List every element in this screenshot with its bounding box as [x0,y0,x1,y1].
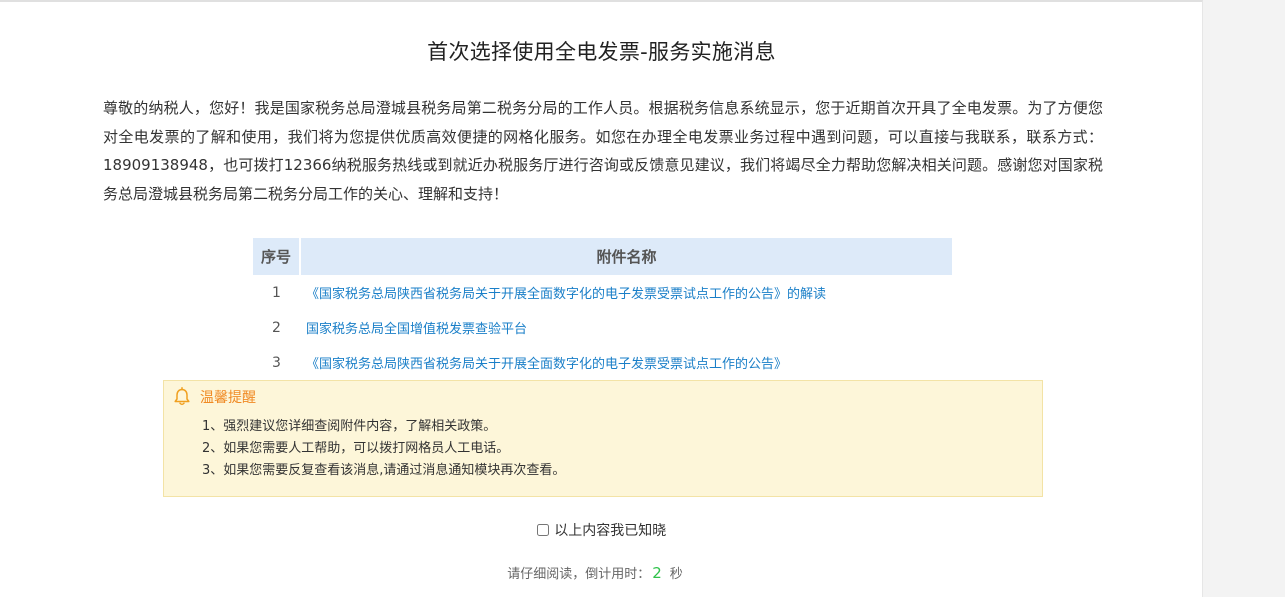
confirm-label-wrapper[interactable]: 以上内容我已知晓 [536,523,667,539]
attachment-cell: 《国家税务总局陕西省税务局关于开展全面数字化的电子发票受票试点工作的公告》的解读 [300,275,952,310]
notice-panel: 首次选择使用全电发票-服务实施消息 尊敬的纳税人，您好！我是国家税务总局澄城县税… [0,0,1203,597]
right-gutter [1203,0,1285,597]
table-header-row: 序号 附件名称 [253,238,952,275]
confirm-label: 以上内容我已知晓 [554,523,667,539]
table-row: 2 国家税务总局全国增值税发票查验平台 [253,310,952,345]
row-number: 1 [272,284,281,301]
row-number: 2 [272,319,281,336]
confirm-row: 以上内容我已知晓 [0,520,1203,540]
list-item: 3、如果您需要反复查看该消息,请通过消息通知模块再次查看。 [202,463,566,478]
attachment-link-interpretation[interactable]: 《国家税务总局陕西省税务局关于开展全面数字化的电子发票受票试点工作的公告》的解读 [306,287,826,302]
column-header-no: 序号 [253,238,301,275]
countdown-prefix: 请仔细阅读，倒计用时： [507,567,651,582]
attachment-cell: 《国家税务总局陕西省税务局关于开展全面数字化的电子发票受票试点工作的公告》 [300,345,952,380]
attachment-link-announcement[interactable]: 《国家税务总局陕西省税务局关于开展全面数字化的电子发票受票试点工作的公告》 [306,357,787,372]
table-row: 3 《国家税务总局陕西省税务局关于开展全面数字化的电子发票受票试点工作的公告》 [253,345,952,380]
column-header-name: 附件名称 [300,238,952,275]
countdown-row: 请仔细阅读，倒计用时： 2 秒 [0,563,1190,582]
reminder-header: 温馨提醒 [172,387,256,407]
attachment-table: 序号 附件名称 1 《国家税务总局陕西省税务局关于开展全面数字化的电子发票受票试… [253,238,952,380]
reminder-list: 1、强烈建议您详细查阅附件内容，了解相关政策。 2、如果您需要人工帮助，可以拨打… [202,416,565,482]
countdown-seconds: 2 [652,564,662,582]
notice-body: 尊敬的纳税人，您好！我是国家税务总局澄城县税务局第二税务分局的工作人员。根据税务… [103,99,1103,203]
reminder-title: 温馨提醒 [200,390,256,406]
list-item: 2、如果您需要人工帮助，可以拨打网格员人工电话。 [202,441,510,456]
list-item: 1、强烈建议您详细查阅附件内容，了解相关政策。 [202,419,497,434]
countdown-unit: 秒 [669,567,683,582]
attachment-link-verification-platform[interactable]: 国家税务总局全国增值税发票查验平台 [306,322,527,337]
row-number: 3 [272,354,281,371]
bell-icon [172,387,192,407]
confirm-checkbox[interactable] [536,524,549,536]
reminder-box: 温馨提醒 1、强烈建议您详细查阅附件内容，了解相关政策。 2、如果您需要人工帮助… [163,380,1043,497]
page-title: 首次选择使用全电发票-服务实施消息 [427,40,776,64]
attachment-cell: 国家税务总局全国增值税发票查验平台 [300,310,952,345]
table-row: 1 《国家税务总局陕西省税务局关于开展全面数字化的电子发票受票试点工作的公告》的… [253,275,952,310]
